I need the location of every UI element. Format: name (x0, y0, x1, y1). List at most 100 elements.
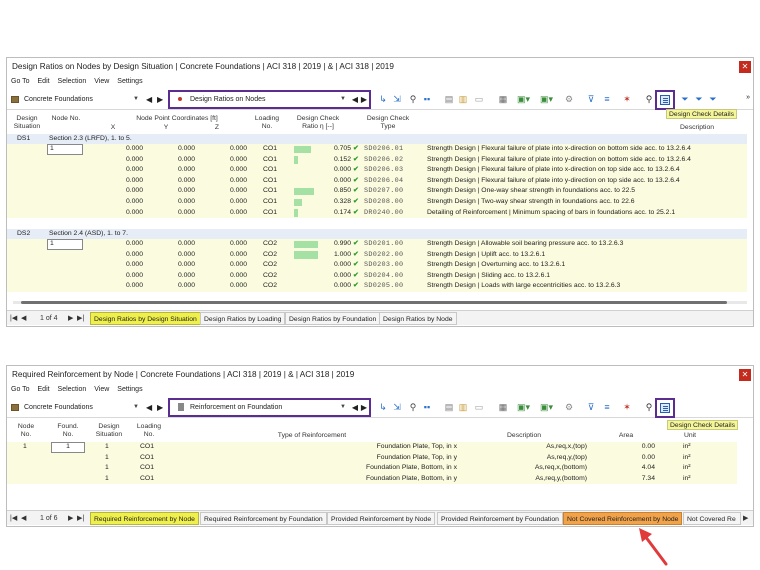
export-icon[interactable]: ▥ (457, 401, 469, 413)
next-arrow-icon[interactable]: ▶ (157, 93, 163, 106)
prev-result-icon[interactable]: ◀ (352, 92, 358, 107)
tab-design-ratios-by-node[interactable]: Design Ratios by Node (379, 312, 457, 325)
found-no: 1 (66, 443, 70, 450)
filter-green2-icon[interactable]: ▣▾ (540, 401, 553, 413)
menu-view[interactable]: View (94, 386, 109, 393)
filter-green-icon[interactable]: ▣▾ (517, 93, 530, 105)
check-ok-icon: ✔ (353, 250, 359, 258)
x-value: 0.000 (125, 261, 143, 269)
print-icon[interactable]: ▭ (473, 93, 485, 105)
chevron-down-icon: ▼ (340, 96, 346, 102)
next-page-icon[interactable]: ▶ (68, 511, 73, 526)
next-result-icon[interactable]: ▶ (361, 92, 367, 107)
filter-ratio-icon[interactable]: ⊽ (585, 401, 597, 413)
prev-page-icon[interactable]: ◀ (21, 311, 26, 326)
clear-filter-icon[interactable]: ✶ (621, 93, 633, 105)
menu-goto[interactable]: Go To (11, 78, 30, 85)
tab-required-reinforcement-by-node[interactable]: Required Reinforcement by Node (90, 512, 199, 525)
check-type: SD0206.03 (364, 166, 404, 175)
menu-view[interactable]: View (94, 78, 109, 85)
prev-result-icon[interactable]: ◀ (352, 400, 358, 415)
design-check-details-button[interactable] (655, 398, 675, 418)
filter-icon[interactable]: ⏷ (679, 93, 691, 105)
chevron-down-icon: ▼ (133, 404, 139, 410)
close-button[interactable]: ✕ (739, 61, 751, 73)
select-multi-icon[interactable]: ⇲ (391, 93, 403, 105)
description: Strength Design | Flexural failure of pl… (427, 155, 691, 163)
description: Strength Design | Flexural failure of pl… (427, 145, 691, 152)
select-icon[interactable]: ↳ (377, 93, 389, 105)
search-icon[interactable]: ⚲ (643, 93, 655, 105)
loading-no: CO1 (263, 187, 277, 195)
limit-icon[interactable]: ≡ (601, 401, 613, 413)
settings-icon[interactable]: ⚙ (563, 93, 575, 105)
search-icon[interactable]: ⚲ (643, 401, 655, 413)
menu-goto[interactable]: Go To (11, 386, 30, 393)
check-ok-icon: ✔ (353, 176, 359, 184)
menu-bar: Go To Edit Selection View Settings (7, 384, 753, 396)
x-value: 0.000 (125, 166, 143, 174)
tab-provided-reinforcement-by-node[interactable]: Provided Reinforcement by Node (327, 512, 436, 525)
clear-filter-icon[interactable]: ✶ (621, 401, 633, 413)
tab-not-covered-reinforcement-by-node[interactable]: Not Covered Reinforcement by Node (563, 512, 683, 525)
filter-ratio-icon[interactable]: ⊽ (585, 93, 597, 105)
ratio-bar (294, 145, 311, 153)
scrollbar-thumb[interactable] (21, 301, 727, 304)
menu-selection[interactable]: Selection (58, 78, 87, 85)
tab-scroll-right-icon[interactable]: ▶ (743, 511, 748, 526)
first-page-icon[interactable]: |◀ (10, 311, 17, 326)
settings-icon[interactable]: ⚙ (563, 401, 575, 413)
values-icon[interactable]: ▪▪ (421, 93, 433, 105)
last-page-icon[interactable]: ▶| (77, 511, 84, 526)
more-icon[interactable]: » (746, 94, 750, 101)
next-page-icon[interactable]: ▶ (68, 311, 73, 326)
close-button[interactable]: ✕ (739, 369, 751, 381)
menu-edit[interactable]: Edit (38, 386, 50, 393)
select-icon[interactable]: ↳ (377, 401, 389, 413)
column-icon[interactable]: ▦ (497, 93, 509, 105)
filter-green2-icon[interactable]: ▣▾ (540, 93, 553, 105)
tab-design-ratios-by-design-situation[interactable]: Design Ratios by Design Situation (90, 312, 201, 325)
prev-page-icon[interactable]: ◀ (21, 511, 26, 526)
next-arrow-icon[interactable]: ▶ (157, 401, 163, 414)
check-ok-icon: ✔ (353, 261, 359, 269)
design-check-details-button[interactable] (655, 90, 675, 110)
export-icon[interactable]: ▥ (457, 93, 469, 105)
module-select[interactable]: Concrete Foundations ▼ (11, 93, 141, 106)
table-icon[interactable]: ▤ (443, 401, 455, 413)
menu-selection[interactable]: Selection (58, 386, 87, 393)
next-result-icon[interactable]: ▶ (361, 400, 367, 415)
tab-required-reinforcement-by-foundation[interactable]: Required Reinforcement by Foundation (200, 512, 327, 525)
tab-provided-reinforcement-by-foundation[interactable]: Provided Reinforcement by Foundation (437, 512, 563, 525)
z-value: 0.000 (229, 166, 247, 174)
select-multi-icon[interactable]: ⇲ (391, 401, 403, 413)
limit-icon[interactable]: ≡ (601, 93, 613, 105)
prev-arrow-icon[interactable]: ◀ (146, 401, 152, 414)
values-icon[interactable]: ▪▪ (421, 401, 433, 413)
tab-design-ratios-by-loading[interactable]: Design Ratios by Loading (200, 312, 286, 325)
check-ok-icon: ✔ (353, 166, 359, 174)
result-select[interactable]: Design Ratios on Nodes ▼ ◀ ▶ (168, 90, 371, 109)
module-select[interactable]: Concrete Foundations ▼ (11, 401, 141, 414)
table-icon[interactable]: ▤ (443, 93, 455, 105)
filter-green-icon[interactable]: ▣▾ (517, 401, 530, 413)
tab-not-covered-reinforcement-truncated[interactable]: Not Covered Re (683, 512, 741, 525)
show-icon[interactable]: ⚲ (407, 401, 419, 413)
menu-settings[interactable]: Settings (117, 386, 142, 393)
area-unit: in² (683, 453, 691, 461)
first-page-icon[interactable]: |◀ (10, 511, 17, 526)
loading-no: CO1 (263, 166, 277, 174)
menu-edit[interactable]: Edit (38, 78, 50, 85)
last-page-icon[interactable]: ▶| (77, 311, 84, 326)
chevron-down-icon: ▼ (340, 404, 346, 410)
filter-clear-icon[interactable]: ⏷ (707, 93, 719, 105)
col-type: Type of Reinforcement (277, 432, 347, 439)
column-icon[interactable]: ▦ (497, 401, 509, 413)
prev-arrow-icon[interactable]: ◀ (146, 93, 152, 106)
tab-design-ratios-by-foundation[interactable]: Design Ratios by Foundation (285, 312, 381, 325)
show-icon[interactable]: ⚲ (407, 93, 419, 105)
filter-funnel-icon[interactable]: ⏷ (693, 93, 705, 105)
menu-settings[interactable]: Settings (117, 78, 142, 85)
result-select[interactable]: Reinforcement on Foundation ▼ ◀ ▶ (168, 398, 371, 417)
print-icon[interactable]: ▭ (473, 401, 485, 413)
